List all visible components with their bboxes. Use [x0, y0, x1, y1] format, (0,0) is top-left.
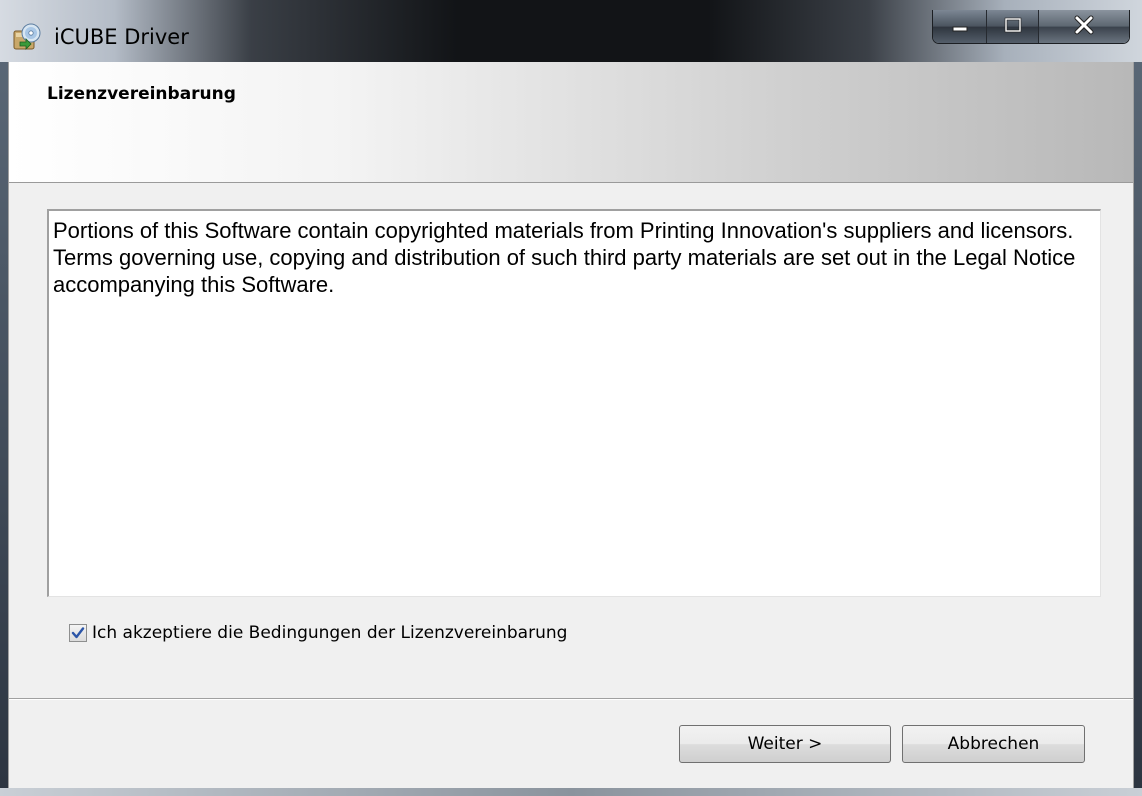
close-button[interactable]	[1039, 10, 1129, 43]
cancel-button[interactable]: Abbrechen	[902, 725, 1085, 763]
accept-license-label[interactable]: Ich akzeptiere die Bedingungen der Lizen…	[92, 623, 567, 643]
installer-cd-icon	[12, 22, 42, 52]
minimize-icon	[950, 17, 970, 36]
caption-buttons	[932, 10, 1130, 44]
footer-divider	[9, 698, 1133, 700]
next-button[interactable]: Weiter >	[679, 725, 891, 763]
title-bar[interactable]: iCUBE Driver	[0, 0, 1142, 62]
installer-window: iCUBE Driver Lizenzvereinbarung Portions…	[0, 0, 1142, 796]
checkmark-icon	[71, 627, 85, 639]
minimize-button[interactable]	[933, 10, 987, 43]
maximize-icon	[1003, 17, 1023, 37]
dialog-client-area: Lizenzvereinbarung Portions of this Soft…	[8, 62, 1134, 788]
window-bottom-border	[0, 788, 1142, 796]
license-text: Portions of this Software contain copyri…	[53, 218, 1076, 297]
accept-license-row[interactable]: Ich akzeptiere die Bedingungen der Lizen…	[69, 623, 567, 643]
window-title: iCUBE Driver	[54, 25, 189, 49]
page-header: Lizenzvereinbarung	[9, 62, 1133, 183]
page-title: Lizenzvereinbarung	[47, 84, 236, 104]
accept-license-checkbox[interactable]	[69, 624, 87, 642]
license-text-area[interactable]: Portions of this Software contain copyri…	[47, 209, 1101, 597]
maximize-button[interactable]	[987, 10, 1039, 43]
close-icon	[1072, 15, 1096, 39]
